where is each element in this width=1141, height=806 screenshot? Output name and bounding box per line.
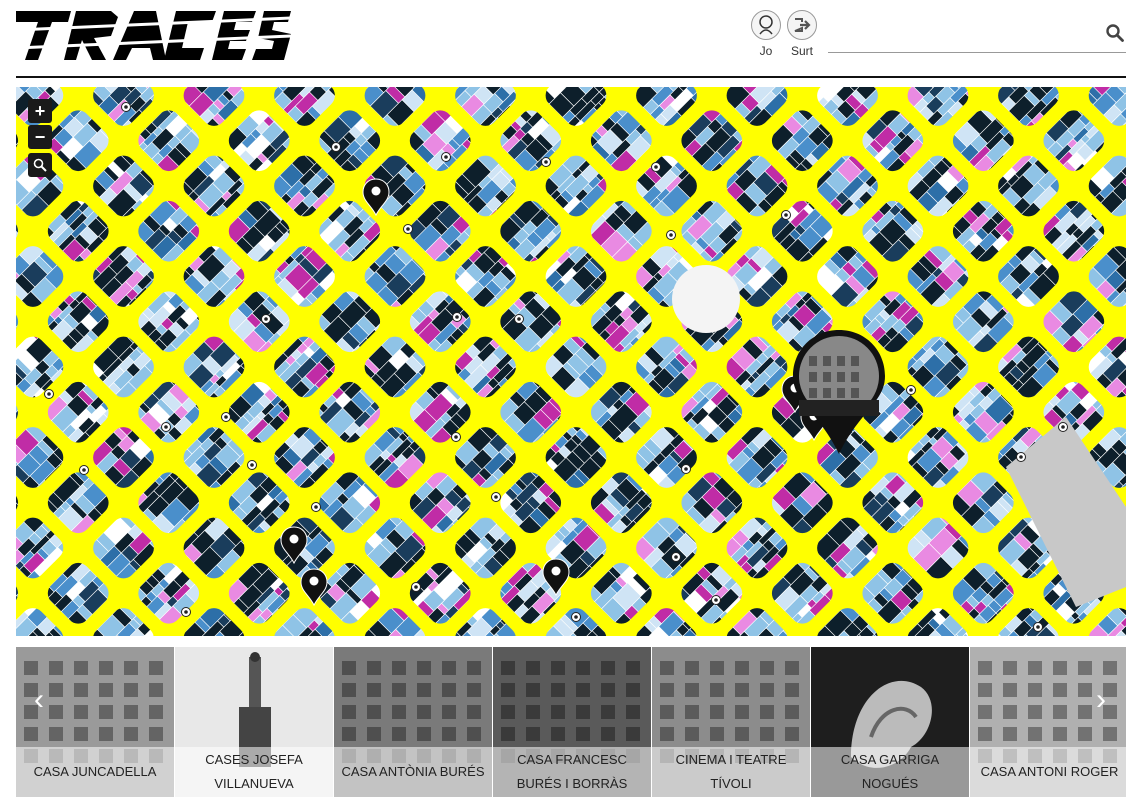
- map-point-marker[interactable]: [1016, 452, 1026, 462]
- search-icon[interactable]: [1106, 24, 1124, 42]
- map-point-marker[interactable]: [571, 612, 581, 622]
- map-point-marker[interactable]: [1033, 622, 1043, 632]
- zoom-in-button[interactable]: +: [28, 99, 52, 123]
- map-point-marker[interactable]: [671, 552, 681, 562]
- map-point-marker[interactable]: [121, 102, 131, 112]
- map-point-marker[interactable]: [181, 607, 191, 617]
- map-point-marker[interactable]: [441, 152, 451, 162]
- carousel-item[interactable]: CASA ANTONI ROGER: [970, 647, 1126, 797]
- map-search-icon: [33, 158, 47, 172]
- map-point-marker[interactable]: [221, 412, 231, 422]
- map-point-marker[interactable]: [247, 460, 257, 470]
- carousel-item-title: CASA JUNCADELLA: [16, 747, 174, 797]
- map-search-button[interactable]: [28, 153, 52, 177]
- traces-logo[interactable]: [16, 8, 291, 63]
- logout-label: Surt: [790, 44, 813, 58]
- carousel-next-button[interactable]: ›: [1086, 680, 1116, 720]
- logout-button[interactable]: Surt: [782, 10, 822, 58]
- map-point-marker[interactable]: [1058, 422, 1068, 432]
- carousel-prev-button[interactable]: ‹: [24, 680, 54, 720]
- map-point-marker[interactable]: [311, 502, 321, 512]
- map-point-marker[interactable]: [711, 595, 721, 605]
- map-point-marker[interactable]: [44, 389, 54, 399]
- map-point-marker[interactable]: [514, 314, 524, 324]
- map-point-marker[interactable]: [261, 314, 271, 324]
- user-label: Jo: [759, 44, 773, 58]
- carousel-item[interactable]: CASA JUNCADELLA: [16, 647, 174, 797]
- carousel-item-title: CASA FRANCESC BURÉS I BORRÀS: [493, 747, 651, 797]
- map-point-marker[interactable]: [491, 492, 501, 502]
- carousel-item-title: CASA ANTÒNIA BURÉS: [334, 747, 492, 797]
- header: Jo Surt: [16, 0, 1126, 78]
- map-point-marker[interactable]: [452, 312, 462, 322]
- carousel-item[interactable]: CASA FRANCESC BURÉS I BORRÀS: [493, 647, 651, 797]
- building-carousel: CASA JUNCADELLA CASES JOSEFA VILLANUEVA CA…: [16, 647, 1126, 797]
- map-point-marker[interactable]: [651, 162, 661, 172]
- map-canvas[interactable]: [16, 87, 1126, 636]
- carousel-item[interactable]: CASES JOSEFA VILLANUEVA: [175, 647, 333, 797]
- logout-icon: [787, 10, 817, 40]
- search-box: [828, 18, 1126, 53]
- zoom-out-button[interactable]: −: [28, 125, 52, 149]
- carousel-item-title: CASA GARRIGA NOGUÉS: [811, 747, 969, 797]
- carousel-item[interactable]: CASA ANTÒNIA BURÉS: [334, 647, 492, 797]
- search-input[interactable]: [828, 18, 1092, 50]
- map-view[interactable]: + −: [16, 87, 1126, 636]
- map-point-marker[interactable]: [403, 224, 413, 234]
- map-point-marker[interactable]: [666, 230, 676, 240]
- map-point-marker[interactable]: [906, 385, 916, 395]
- user-avatar-icon: [751, 10, 781, 40]
- map-point-marker[interactable]: [681, 464, 691, 474]
- carousel-item[interactable]: CASA GARRIGA NOGUÉS: [811, 647, 969, 797]
- map-point-marker[interactable]: [451, 432, 461, 442]
- map-point-marker[interactable]: [331, 142, 341, 152]
- map-point-marker[interactable]: [411, 582, 421, 592]
- map-point-marker[interactable]: [161, 422, 171, 432]
- carousel-item[interactable]: CINEMA I TEATRE TÍVOLI: [652, 647, 810, 797]
- map-point-marker[interactable]: [541, 157, 551, 167]
- carousel-item-title: CINEMA I TEATRE TÍVOLI: [652, 747, 810, 797]
- user-profile-button[interactable]: Jo: [746, 10, 786, 58]
- map-point-marker[interactable]: [781, 210, 791, 220]
- map-point-marker[interactable]: [79, 465, 89, 475]
- plaza-area: [672, 265, 740, 333]
- carousel-item-title: CASES JOSEFA VILLANUEVA: [175, 747, 333, 797]
- carousel-item-title: CASA ANTONI ROGER: [970, 747, 1126, 797]
